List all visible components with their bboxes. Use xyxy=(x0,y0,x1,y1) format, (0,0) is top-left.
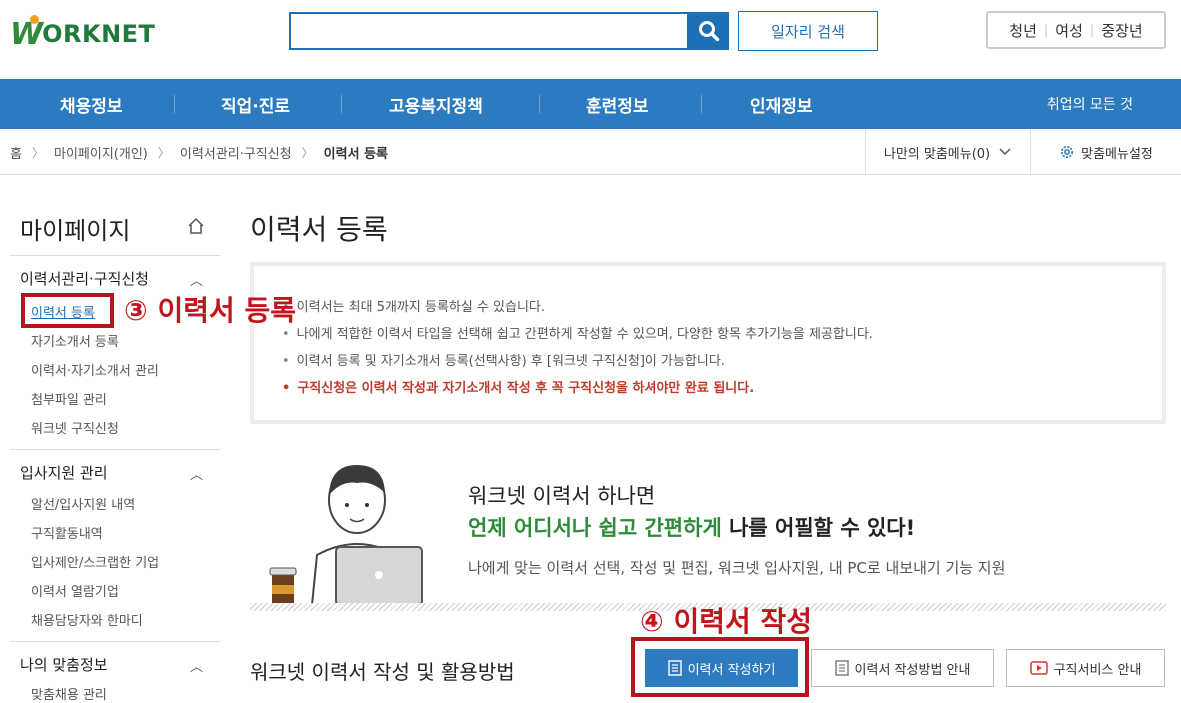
breadcrumb-resume-manage[interactable]: 이력서관리·구직신청 xyxy=(180,143,292,162)
job-service-guide-button[interactable]: 구직서비스 안내 xyxy=(1006,649,1165,687)
chevron-down-icon xyxy=(999,148,1011,156)
menu-setting-label: 맞춤메뉴설정 xyxy=(1081,146,1153,162)
main-nav: 채용정보 직업·진로 고용복지정책 훈련정보 인재정보 취업의 모든 것 xyxy=(0,79,1181,129)
nav-divider xyxy=(341,95,342,113)
annotation-step3: ③ 이력서 등록 xyxy=(124,294,297,327)
workNet-logo[interactable]: W ORKNET xyxy=(10,14,155,54)
search-button[interactable] xyxy=(688,12,729,50)
breadcrumb-home[interactable]: 홈 xyxy=(10,143,22,162)
group-youth-link[interactable]: 청년 xyxy=(1009,20,1037,41)
sidebar-item-cover-letter[interactable]: 자기소개서 등록 xyxy=(31,331,119,350)
search-input[interactable] xyxy=(291,14,687,48)
info-line: 이력서 등록 및 자기소개서 등록(선택사항) 후 [워크넷 구직신청]이 가능… xyxy=(282,350,725,369)
logo-text: ORKNET xyxy=(42,20,156,48)
search-box[interactable] xyxy=(289,12,689,50)
sidebar-divider xyxy=(10,449,220,450)
logo-w-mark: W xyxy=(10,14,43,52)
chevron-right-icon: 〉 xyxy=(157,145,170,160)
resume-guide-label: 이력서 작성방법 안내 xyxy=(854,662,971,678)
job-search-button[interactable]: 일자리 검색 xyxy=(738,11,878,51)
document-icon xyxy=(834,660,849,676)
info-box: 이력서는 최대 5개까지 등록하실 수 있습니다. 나에게 적합한 이력서 타입… xyxy=(250,262,1166,424)
banner-description: 나에게 맞는 이력서 선택, 작성 및 편집, 워크넷 입사지원, 내 PC로 … xyxy=(468,559,1006,577)
divider: | xyxy=(1043,22,1049,38)
sidebar-item-resume-manage[interactable]: 이력서·자기소개서 관리 xyxy=(31,360,159,379)
group-women-link[interactable]: 여성 xyxy=(1055,20,1083,41)
nav-divider xyxy=(539,95,540,113)
info-line-warning: 구직신청은 이력서 작성과 자기소개서 작성 후 꼭 구직신청을 하셔야만 완료… xyxy=(282,377,754,396)
home-icon[interactable] xyxy=(187,217,205,239)
banner-line-1: 워크넷 이력서 하나면 xyxy=(468,484,656,508)
job-service-guide-label: 구직서비스 안내 xyxy=(1053,662,1142,678)
chevron-right-icon: 〉 xyxy=(31,145,44,160)
sidebar-item-job-application[interactable]: 워크넷 구직신청 xyxy=(31,418,119,437)
play-video-icon xyxy=(1029,661,1048,675)
sidebar-section-apply[interactable]: 입사지원 관리 xyxy=(20,462,108,483)
nav-item-welfare[interactable]: 고용복지정책 xyxy=(389,79,483,129)
nav-divider xyxy=(701,95,702,113)
sidebar-item-job-activity[interactable]: 구직활동내역 xyxy=(31,523,103,542)
sidebar-divider xyxy=(10,641,220,642)
annotation-step4: ④ 이력서 작성 xyxy=(640,605,813,638)
banner-line-2: 언제 어디서나 쉽고 간편하게 나를 어필할 수 있다! xyxy=(468,512,915,542)
banner-highlight: 언제 어디서나 쉽고 간편하게 xyxy=(468,516,722,540)
chevron-up-icon[interactable]: ︿ xyxy=(190,464,203,483)
nav-item-career[interactable]: 직업·진로 xyxy=(221,79,290,129)
target-group-links: 청년 | 여성 | 중장년 xyxy=(986,11,1166,49)
gear-icon xyxy=(1061,146,1074,158)
document-icon xyxy=(667,660,682,676)
breadcrumb-current: 이력서 등록 xyxy=(323,146,388,162)
sidebar-item-custom-recruit[interactable]: 맞춤채용 관리 xyxy=(31,684,107,703)
banner-line-2-rest: 나를 어필할 수 있다! xyxy=(721,516,916,540)
logo-dot xyxy=(30,14,39,24)
page-title: 이력서 등록 xyxy=(250,213,388,246)
nav-item-talent[interactable]: 인재정보 xyxy=(750,79,813,129)
usage-section-title: 워크넷 이력서 작성 및 활용방법 xyxy=(250,660,515,684)
sidebar-section-custom[interactable]: 나의 맞춤정보 xyxy=(20,654,108,675)
breadcrumb-bar: 홈 〉 마이페이지(개인) 〉 이력서관리·구직신청 〉 이력서 등록 나만의 … xyxy=(0,129,1181,175)
nav-item-recruit[interactable]: 채용정보 xyxy=(60,79,123,129)
search-icon xyxy=(698,21,719,42)
my-menu-label: 나만의 맞춤메뉴(0) xyxy=(883,146,991,162)
write-resume-label: 이력서 작성하기 xyxy=(687,662,776,678)
info-line: 나에게 적합한 이력서 타입을 선택해 쉽고 간편하게 작성할 수 있으며, 다… xyxy=(282,323,873,342)
person-with-laptop-illustration xyxy=(269,465,423,605)
my-menu-dropdown[interactable]: 나만의 맞춤메뉴(0) xyxy=(865,129,1030,175)
resume-guide-button[interactable]: 이력서 작성방법 안내 xyxy=(811,649,994,687)
sidebar-item-attachments[interactable]: 첨부파일 관리 xyxy=(31,389,107,408)
nav-divider xyxy=(174,95,175,113)
breadcrumb-mypage[interactable]: 마이페이지(개인) xyxy=(54,143,148,162)
nav-all-about-jobs[interactable]: 취업의 모든 것 xyxy=(1047,79,1133,129)
menu-setting-button[interactable]: 맞춤메뉴설정 xyxy=(1030,129,1181,175)
nav-item-training[interactable]: 훈련정보 xyxy=(586,79,649,129)
info-line: 이력서는 최대 5개까지 등록하실 수 있습니다. xyxy=(282,296,545,315)
sidebar-item-recruiter-message[interactable]: 채용담당자와 한마디 xyxy=(31,610,143,629)
sidebar-item-apply-history[interactable]: 알선/입사지원 내역 xyxy=(31,494,135,513)
sidebar-title: 마이페이지 xyxy=(20,217,131,245)
sidebar-divider xyxy=(10,255,220,256)
chevron-right-icon: 〉 xyxy=(301,145,314,160)
group-middle-age-link[interactable]: 중장년 xyxy=(1101,20,1142,41)
sidebar-section-resume[interactable]: 이력서관리·구직신청 xyxy=(20,268,149,289)
sidebar-item-offers-scraps[interactable]: 입사제안/스크랩한 기업 xyxy=(31,552,159,571)
chevron-up-icon[interactable]: ︿ xyxy=(190,270,203,289)
divider: | xyxy=(1089,22,1095,38)
breadcrumb: 홈 〉 마이페이지(개인) 〉 이력서관리·구직신청 〉 이력서 등록 xyxy=(10,129,388,175)
chevron-up-icon[interactable]: ︿ xyxy=(190,656,203,675)
highlight-box-step3 xyxy=(21,293,114,328)
write-resume-button[interactable]: 이력서 작성하기 xyxy=(645,649,798,687)
sidebar-item-viewed-by[interactable]: 이력서 열람기업 xyxy=(31,581,119,600)
